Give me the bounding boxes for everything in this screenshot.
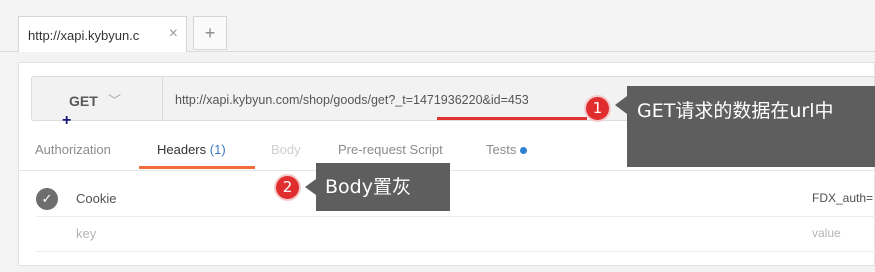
tab-strip: http://xapi.kybyun.c × + — [0, 0, 875, 52]
plus-marker: + — [62, 112, 72, 129]
tab-tests-label: Tests — [486, 142, 517, 157]
header-row-placeholder: key value — [36, 218, 875, 252]
method-dropdown[interactable]: GET ﹀ — [31, 76, 162, 121]
header-key-placeholder[interactable]: key — [76, 226, 96, 241]
header-row: ✓ Cookie FDX_auth= — [36, 183, 875, 217]
checkmark-icon[interactable]: ✓ — [36, 188, 58, 210]
active-tab-indicator — [139, 166, 255, 169]
chevron-down-icon: ﹀ — [108, 93, 122, 108]
header-value[interactable]: FDX_auth= — [812, 191, 873, 205]
annotation-callout-1: GET请求的数据在url中 — [627, 86, 875, 167]
request-tab-title: http://xapi.kybyun.c — [28, 28, 140, 43]
tab-tests[interactable]: Tests — [486, 142, 528, 157]
tests-indicator-dot — [520, 147, 528, 155]
tab-body[interactable]: Body — [271, 142, 301, 157]
url-params-highlight — [437, 117, 587, 120]
new-tab-button[interactable]: + — [193, 16, 227, 50]
tab-pre-request-script[interactable]: Pre-request Script — [338, 142, 443, 157]
request-tab[interactable]: http://xapi.kybyun.c × — [18, 16, 187, 52]
close-icon[interactable]: × — [169, 25, 178, 43]
annotation-badge-1: 1 — [584, 95, 611, 122]
annotation-callout-2: Body置灰 — [316, 163, 450, 211]
header-key[interactable]: Cookie — [76, 191, 116, 206]
tab-headers[interactable]: Headers (1) — [157, 142, 226, 157]
callout-pointer-1 — [615, 96, 627, 114]
method-label: GET — [69, 93, 98, 109]
tab-headers-count: (1) — [209, 142, 226, 157]
header-value-placeholder[interactable]: value — [812, 226, 841, 240]
url-text: http://xapi.kybyun.com/shop/goods/get?_t… — [175, 93, 529, 107]
callout-pointer-2 — [305, 179, 316, 195]
annotation-badge-2: 2 — [274, 174, 301, 201]
tab-headers-label: Headers — [157, 142, 207, 157]
tab-authorization[interactable]: Authorization — [35, 142, 111, 157]
